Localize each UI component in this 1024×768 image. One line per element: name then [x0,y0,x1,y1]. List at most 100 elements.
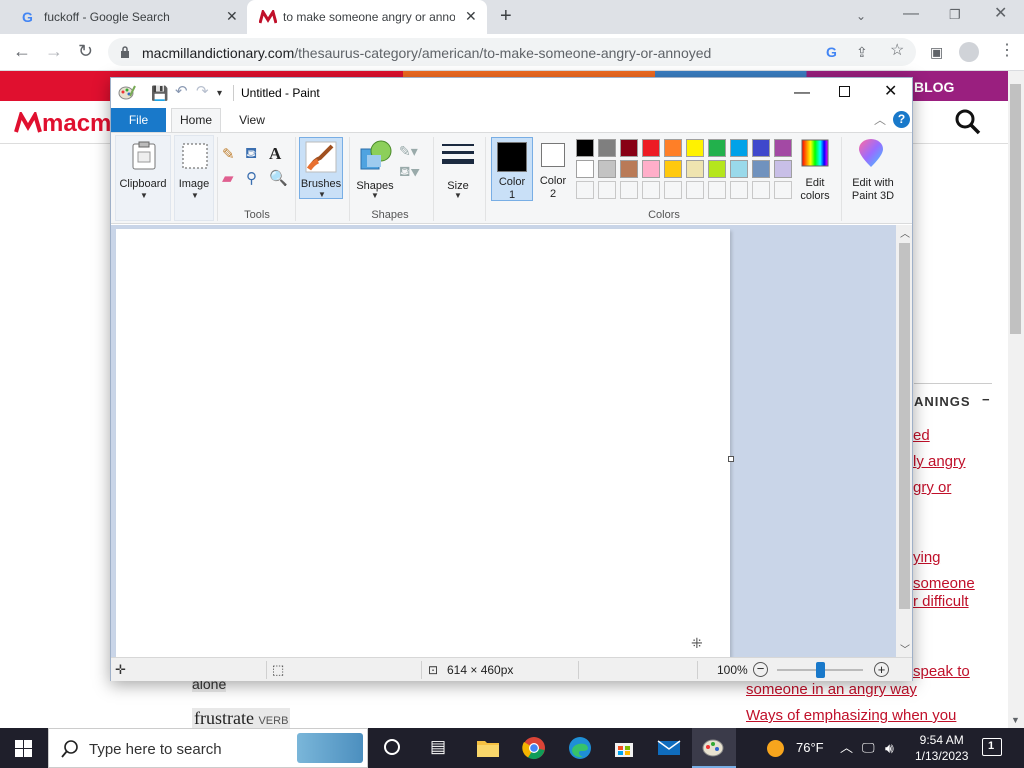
palette-swatch[interactable] [664,160,682,178]
fill-icon[interactable]: ⛾▾ [399,163,420,179]
text-icon[interactable]: A [269,145,281,162]
forward-icon[interactable]: → [45,42,63,60]
palette-swatch[interactable] [730,139,748,157]
custom-color-slot[interactable] [642,181,660,199]
palette-swatch[interactable] [686,160,704,178]
eraser-icon[interactable]: ▰ [222,171,234,187]
store-icon[interactable] [612,736,636,760]
site-logo[interactable]: macm [14,109,111,138]
palette-swatch[interactable] [576,160,594,178]
minimize-icon[interactable]: — [794,85,810,101]
palette-swatch[interactable] [598,160,616,178]
palette-swatch[interactable] [774,139,792,157]
palette-swatch[interactable] [576,139,594,157]
quick-access-dropdown-icon[interactable]: ▾ [217,86,222,102]
network-icon[interactable]: 🖵 [862,740,875,756]
file-explorer-icon[interactable] [476,736,500,760]
taskbar-search-box[interactable]: Type here to search [48,728,368,768]
palette-swatch[interactable] [620,139,638,157]
edge-icon[interactable] [568,736,592,760]
close-icon[interactable]: ✕ [884,84,897,100]
reload-icon[interactable]: ↻ [78,42,93,60]
canvas-resize-handle[interactable] [728,456,734,462]
search-icon[interactable] [955,109,981,135]
outline-icon[interactable]: ✎▾ [399,143,418,159]
palette-swatch[interactable] [708,139,726,157]
tab-macmillan[interactable]: to make someone angry or anno ✕ [247,0,487,34]
meaning-link[interactable]: ly angry [913,453,966,470]
canvas-scrollbar-thumb[interactable] [899,243,910,609]
widgets-icon[interactable]: ▤ [430,738,446,755]
url-field[interactable]: macmillandictionary.com/thesaurus-catego… [108,38,916,66]
meaning-link[interactable]: speak to [913,663,970,680]
scroll-up-icon[interactable]: ︿ [900,227,910,243]
bookmark-star-icon[interactable]: ☆ [890,43,904,59]
close-icon[interactable]: ✕ [226,8,238,25]
image-button[interactable]: Image ▼ [174,135,214,221]
tab-google-search[interactable]: G fuckoff - Google Search ✕ [8,0,244,34]
brushes-button[interactable]: Brushes ▼ [299,137,343,199]
tray-overflow-icon[interactable]: ︿ [840,740,853,756]
undo-icon[interactable]: ↶ [175,84,188,100]
paint3d-icon[interactable] [857,139,885,169]
magnifier-icon[interactable]: 🔍 [269,171,288,187]
chrome-icon[interactable] [522,736,546,760]
volume-icon[interactable]: 🔊︎ [885,740,894,756]
shapes-icon[interactable] [359,139,393,171]
color2-button[interactable]: Color 2 [535,137,573,201]
meaning-link[interactable]: gry or [913,479,951,496]
palette-swatch[interactable] [642,139,660,157]
fill-bucket-icon[interactable]: ⛾ [245,146,257,162]
task-view-icon[interactable] [384,739,400,755]
meaning-link[interactable]: Ways of emphasizing when you [746,707,956,724]
palette-swatch[interactable] [730,160,748,178]
clipboard-button[interactable]: Clipboard ▼ [115,135,171,221]
notification-button[interactable]: 1 [982,738,1002,756]
palette-swatch[interactable] [708,160,726,178]
weather-temp[interactable]: 76°F [796,740,824,755]
profile-avatar[interactable] [959,42,979,62]
minimize-icon[interactable]: — [903,6,919,22]
palette-swatch[interactable] [752,160,770,178]
meaning-link[interactable]: someone in an angry way [746,681,917,698]
meaning-link[interactable]: someone [913,575,975,592]
tab-home[interactable]: Home [171,108,221,133]
help-icon[interactable]: ? [893,111,910,128]
custom-color-slot[interactable] [576,181,594,199]
menu-dots-icon[interactable]: ⋮ [999,43,1015,59]
collapse-toggle[interactable]: − [982,392,991,407]
palette-swatch[interactable] [620,160,638,178]
google-lens-icon[interactable]: G [826,44,837,60]
save-icon[interactable]: 💾 [151,85,168,101]
zoom-slider[interactable] [777,662,863,678]
pencil-icon[interactable]: ✎ [222,147,235,163]
synonym-frustrate[interactable]: frustrate VERB [192,708,291,729]
windows-start-icon[interactable] [15,740,32,757]
paint-taskbar-button[interactable] [692,728,736,768]
share-icon[interactable]: ⇪ [856,44,868,60]
custom-color-slot[interactable] [708,181,726,199]
mail-icon[interactable] [657,736,681,760]
custom-color-slot[interactable] [598,181,616,199]
tab-view[interactable]: View [231,108,273,132]
new-tab-icon[interactable]: + [500,6,512,26]
palette-swatch[interactable] [752,139,770,157]
meaning-link[interactable]: ed [913,427,930,444]
file-menu[interactable]: File [111,108,166,132]
zoom-slider-thumb[interactable] [816,662,825,678]
palette-swatch[interactable] [686,139,704,157]
color-picker-icon[interactable]: ⚲ [246,171,257,187]
custom-color-slot[interactable] [686,181,704,199]
custom-color-slot[interactable] [774,181,792,199]
restore-icon[interactable]: ❐ [949,7,961,23]
palette-swatch[interactable] [642,160,660,178]
close-window-icon[interactable]: ✕ [994,6,1007,22]
palette-swatch[interactable] [664,139,682,157]
custom-color-slot[interactable] [664,181,682,199]
size-icon[interactable] [441,143,475,169]
collapse-ribbon-icon[interactable]: ︿ [874,112,886,128]
scroll-down-icon[interactable]: ▼ [1011,712,1020,728]
custom-color-slot[interactable] [752,181,770,199]
back-icon[interactable]: ← [13,42,31,60]
edit-colors-label[interactable]: Edit colors [795,177,835,203]
